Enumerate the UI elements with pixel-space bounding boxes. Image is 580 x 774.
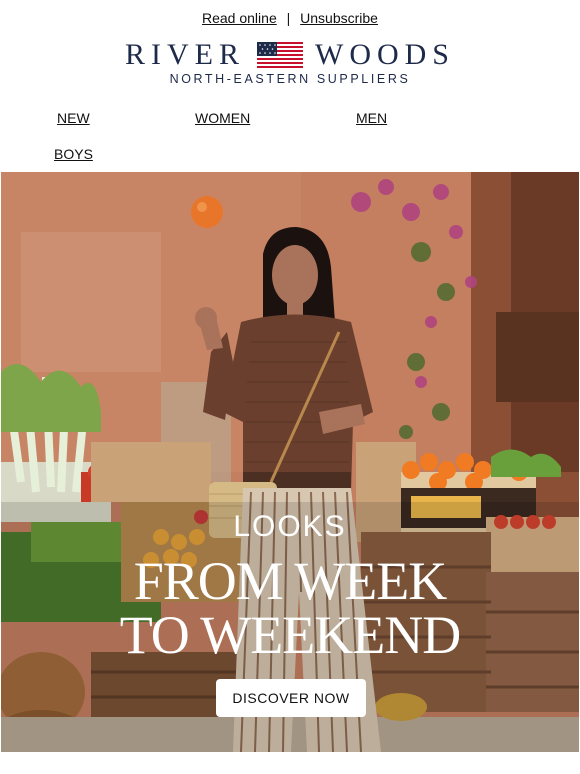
nav-item-new[interactable]: NEW: [57, 110, 90, 126]
email-header-links: Read online | Unsubscribe: [0, 10, 580, 26]
nav-item-men[interactable]: MEN: [356, 110, 387, 126]
nav-item-women[interactable]: WOMEN: [195, 110, 250, 126]
hero-headline-line1: FROM WEEK: [133, 551, 448, 611]
read-online-link[interactable]: Read online: [202, 10, 277, 26]
hero-headline-line2: TO WEEKEND: [119, 605, 461, 665]
header-separator: |: [286, 10, 291, 26]
discover-now-button[interactable]: DISCOVER NOW: [216, 679, 366, 717]
brand-tagline: NORTH-EASTERN SUPPLIERS: [169, 72, 411, 86]
hero-image: [1, 172, 579, 752]
unsubscribe-link[interactable]: Unsubscribe: [300, 10, 378, 26]
us-flag-icon: [257, 42, 303, 68]
brand-logo[interactable]: RIVER WOODS NORTH-EASTERN SUPPLIERS: [0, 38, 580, 87]
hero-kicker: LOOKS: [233, 510, 347, 543]
brand-name-right: WOODS: [315, 38, 455, 71]
hero-banner[interactable]: LOOKS FROM WEEK TO WEEKEND DISCOVER NOW: [1, 172, 579, 752]
nav-item-boys[interactable]: BOYS: [54, 146, 93, 162]
brand-name-left: RIVER: [125, 38, 245, 71]
